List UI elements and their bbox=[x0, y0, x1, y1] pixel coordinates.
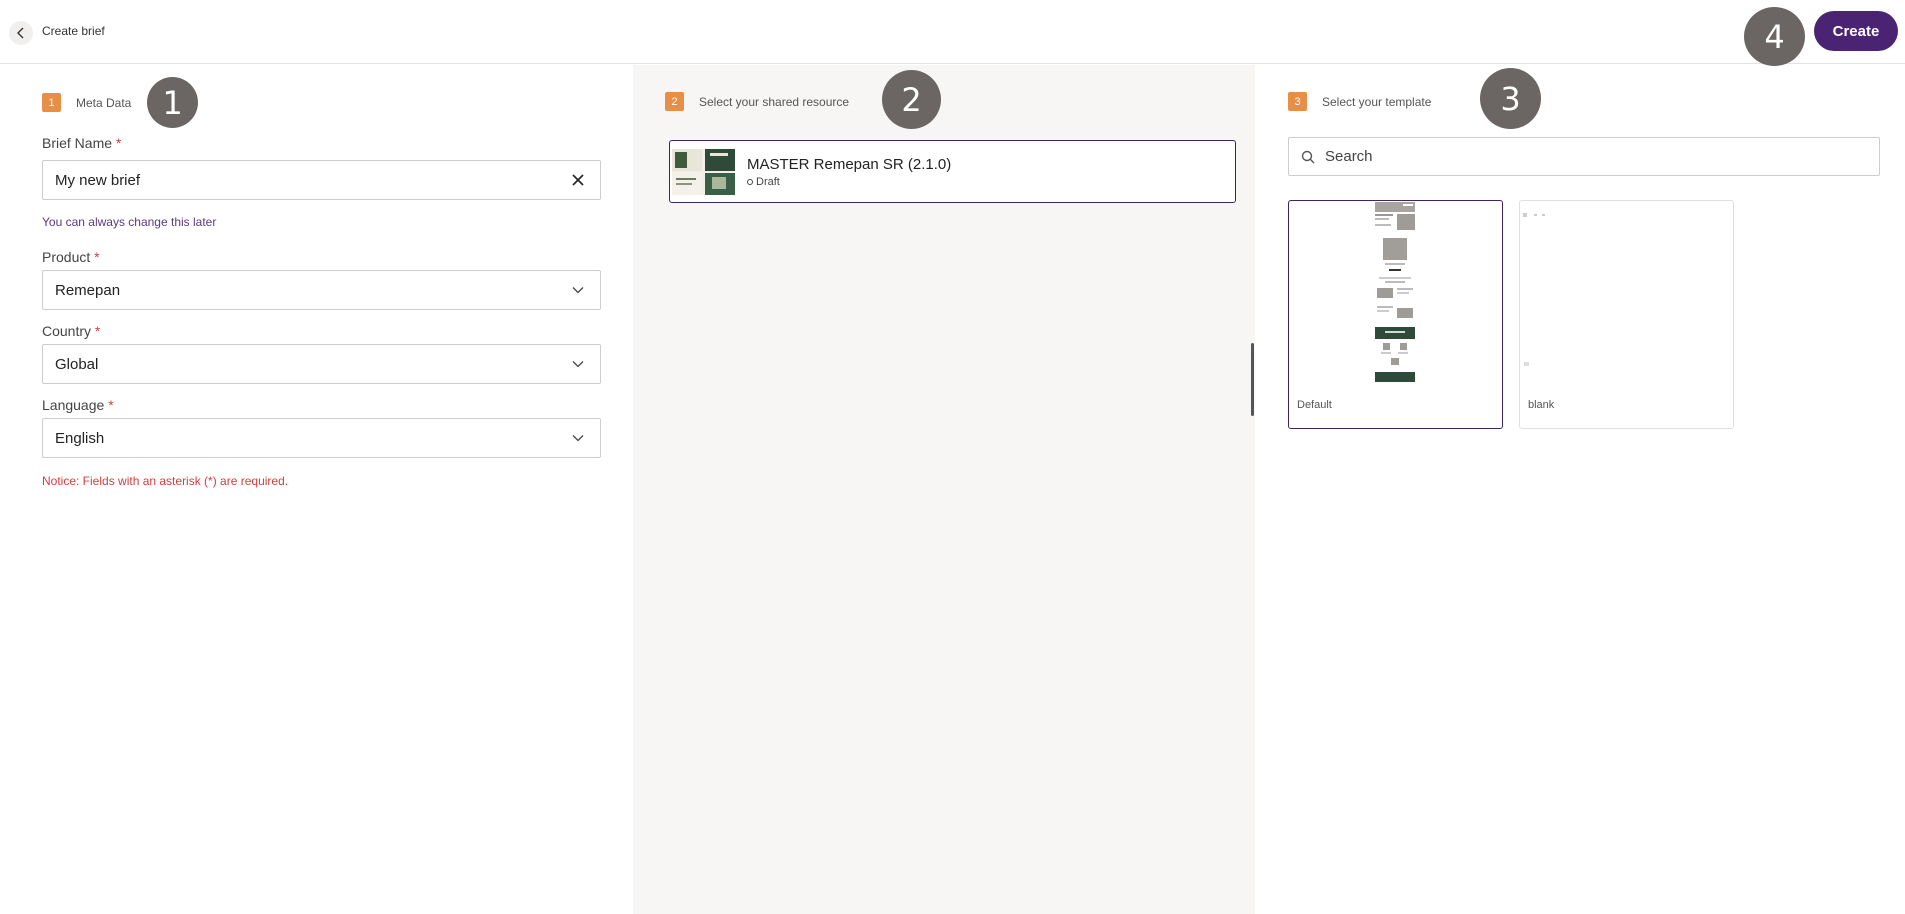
step-meta-data: 1 Meta Data bbox=[42, 93, 131, 112]
product-label: Product * bbox=[42, 249, 100, 265]
product-label-text: Product bbox=[42, 249, 91, 265]
step-label: Select your shared resource bbox=[699, 94, 850, 109]
callout-marker: 3 bbox=[1480, 68, 1541, 129]
back-button[interactable] bbox=[9, 21, 33, 45]
resource-thumbnail bbox=[672, 148, 735, 195]
brief-name-label-text: Brief Name bbox=[42, 135, 113, 151]
step-label: Meta Data bbox=[76, 95, 132, 110]
country-select[interactable]: Global bbox=[42, 344, 601, 384]
step-badge: 2 bbox=[665, 92, 684, 111]
status-text: Draft bbox=[756, 175, 780, 188]
country-label: Country * bbox=[42, 323, 100, 339]
template-preview-mark bbox=[1542, 214, 1545, 216]
chevron-down-icon bbox=[568, 354, 588, 374]
status-dot-icon bbox=[747, 178, 753, 185]
required-marker: * bbox=[94, 249, 100, 265]
template-preview-mark bbox=[1534, 214, 1537, 216]
template-preview-mark bbox=[1523, 213, 1527, 217]
template-panel bbox=[1255, 65, 1905, 914]
language-label: Language * bbox=[42, 397, 114, 413]
chevron-down-icon bbox=[568, 280, 588, 300]
required-marker: * bbox=[94, 323, 101, 339]
search-input[interactable] bbox=[1325, 148, 1867, 165]
step-shared-resource: 2 Select your shared resource bbox=[665, 92, 849, 111]
language-select[interactable]: English bbox=[42, 418, 601, 458]
resource-title: MASTER Remepan SR (2.1.0) bbox=[747, 155, 952, 173]
template-preview bbox=[1375, 202, 1415, 383]
page-title: Create brief bbox=[42, 24, 105, 38]
required-marker: * bbox=[108, 397, 114, 413]
close-icon bbox=[572, 174, 584, 186]
brief-name-field[interactable]: My new brief bbox=[42, 160, 601, 200]
template-search[interactable] bbox=[1288, 137, 1880, 176]
search-icon bbox=[1301, 150, 1315, 163]
callout-marker: 4 bbox=[1744, 7, 1805, 66]
top-bar: Create brief Create bbox=[0, 0, 1905, 64]
chevron-left-icon bbox=[17, 27, 24, 39]
clear-button[interactable] bbox=[568, 170, 588, 190]
template-card-default[interactable]: Default bbox=[1288, 200, 1503, 429]
status-badge: Draft bbox=[747, 176, 951, 188]
shared-resource-card[interactable]: MASTER Remepan SR (2.1.0) Draft bbox=[669, 140, 1236, 203]
step-badge: 3 bbox=[1288, 92, 1307, 111]
template-preview-mark bbox=[1524, 362, 1529, 366]
language-value: English bbox=[55, 429, 105, 447]
brief-name-value[interactable]: My new brief bbox=[55, 172, 568, 189]
required-marker: * bbox=[115, 135, 122, 151]
language-label-text: Language bbox=[42, 397, 105, 413]
step-badge: 1 bbox=[42, 93, 61, 112]
product-value: Remepan bbox=[55, 281, 121, 299]
resize-handle[interactable] bbox=[1251, 343, 1254, 416]
template-card-blank[interactable]: blank bbox=[1519, 200, 1734, 429]
template-name: Default bbox=[1297, 399, 1332, 411]
country-value: Global bbox=[55, 355, 99, 373]
step-label: Select your template bbox=[1322, 94, 1432, 109]
chevron-down-icon bbox=[568, 428, 588, 448]
brief-name-hint: You can always change this later bbox=[42, 215, 217, 229]
callout-marker: 2 bbox=[882, 70, 941, 129]
country-label-text: Country bbox=[42, 323, 92, 339]
callout-marker: 1 bbox=[147, 77, 198, 128]
template-name: blank bbox=[1528, 399, 1555, 411]
brief-name-label: Brief Name * bbox=[42, 135, 121, 151]
required-notice: Notice: Fields with an asterisk (*) are … bbox=[42, 474, 289, 488]
step-template: 3 Select your template bbox=[1288, 92, 1431, 111]
create-button[interactable]: Create bbox=[1814, 11, 1898, 51]
product-select[interactable]: Remepan bbox=[42, 270, 601, 310]
